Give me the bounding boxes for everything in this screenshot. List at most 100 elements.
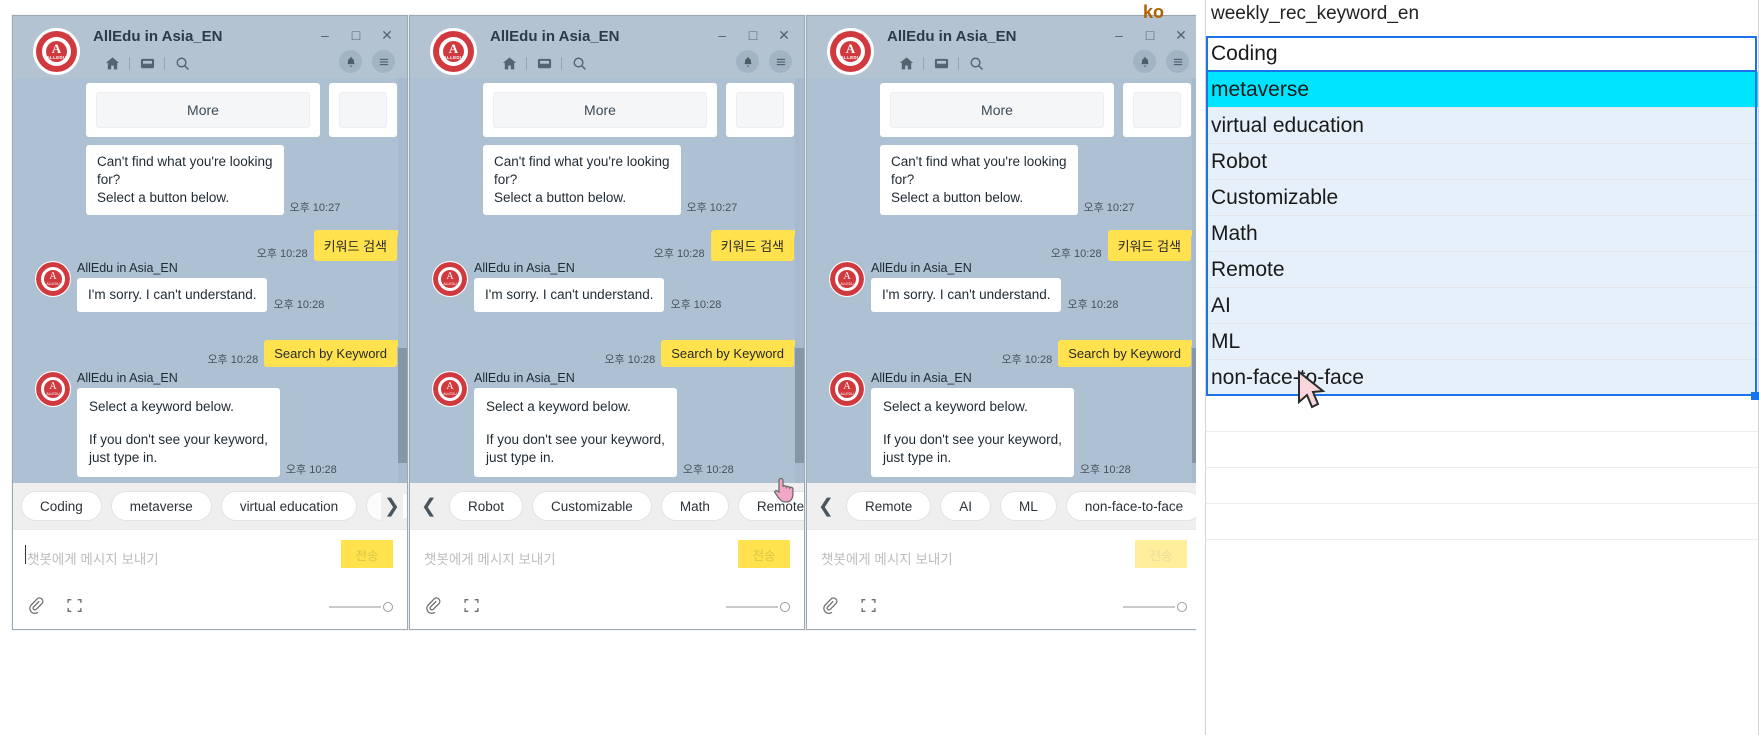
message-input[interactable]: 챗봇에게 메시지 보내기 — [821, 548, 953, 568]
font-size-slider[interactable] — [329, 602, 393, 612]
paperclip-icon[interactable] — [821, 597, 838, 619]
home-icon[interactable] — [492, 52, 526, 74]
bell-icon[interactable] — [339, 50, 362, 73]
scrollbar-thumb[interactable] — [398, 348, 407, 463]
send-button[interactable]: 전송 — [341, 540, 393, 568]
sheet-row[interactable]: Math — [1206, 216, 1758, 252]
header-actions — [736, 50, 792, 73]
selection-fill-handle[interactable] — [1751, 392, 1759, 400]
maximize-button[interactable]: □ — [346, 25, 366, 45]
bell-icon[interactable] — [736, 50, 759, 73]
minimize-button[interactable]: – — [712, 25, 732, 45]
message-input[interactable]: 챗봇에게 메시지 보내기 — [424, 548, 556, 568]
keyword-chip[interactable]: Robot — [449, 491, 524, 521]
sheet-row[interactable]: non-face-to-face — [1206, 360, 1758, 396]
maximize-button[interactable]: □ — [1140, 25, 1160, 45]
close-button[interactable]: ✕ — [774, 25, 794, 45]
slider-knob[interactable] — [780, 602, 790, 612]
card-partial-button[interactable] — [736, 92, 784, 128]
card-partial-button[interactable] — [1133, 92, 1181, 128]
minimize-button[interactable]: – — [1109, 25, 1129, 45]
sheet-row[interactable]: virtual education — [1206, 108, 1758, 144]
sheet-tab-partial[interactable]: ko — [1143, 2, 1164, 23]
expand-icon[interactable] — [463, 597, 480, 619]
sheet-empty-row[interactable] — [1206, 396, 1758, 432]
sheet-empty-row[interactable] — [1206, 504, 1758, 540]
card-partial — [726, 83, 794, 137]
timestamp: 오후 10:28 — [1050, 248, 1102, 260]
more-button[interactable]: More — [493, 92, 707, 128]
expand-icon[interactable] — [860, 597, 877, 619]
more-button[interactable]: More — [890, 92, 1104, 128]
card-partial-button[interactable] — [339, 92, 387, 128]
menu-icon[interactable] — [769, 50, 792, 73]
column-header[interactable]: weekly_rec_keyword_en — [1206, 0, 1758, 28]
keyword-chip[interactable]: AI — [940, 491, 992, 521]
paperclip-icon[interactable] — [424, 597, 441, 619]
message-input-area-2: 챗봇에게 메시지 보내기 전송 — [410, 529, 804, 629]
keyword-chip[interactable]: Remote — [846, 491, 932, 521]
search-icon[interactable] — [959, 52, 993, 74]
sheet-row[interactable]: metaverse — [1206, 72, 1758, 108]
menu-icon[interactable] — [372, 50, 395, 73]
search-icon[interactable] — [562, 52, 596, 74]
keyword-chip[interactable]: Coding — [21, 491, 102, 521]
avatar-letter: A — [843, 381, 851, 393]
keyword-chip[interactable]: ML — [1000, 491, 1057, 521]
scrollbar-thumb[interactable] — [795, 348, 804, 463]
keyword-chip[interactable]: Math — [660, 491, 729, 521]
home-icon[interactable] — [95, 52, 129, 74]
avatar: ALL EDUCATION IN ASIA A ALLEDU — [829, 261, 865, 297]
chat-scrollbar[interactable] — [795, 78, 804, 483]
sheet-empty-row[interactable] — [1206, 432, 1758, 468]
sender-name: AllEdu in Asia_EN — [474, 261, 575, 275]
bubble-line: for? — [97, 171, 121, 187]
more-button[interactable]: More — [96, 92, 310, 128]
chips-next-arrow[interactable]: ❯ — [381, 491, 403, 521]
user-bubble: 키워드 검색 — [710, 230, 801, 261]
sheet-row[interactable]: Remote — [1206, 252, 1758, 288]
window-controls: – □ ✕ — [315, 25, 397, 45]
expand-icon[interactable] — [66, 597, 83, 619]
timestamp: 오후 10:27 — [289, 201, 341, 214]
close-button[interactable]: ✕ — [377, 25, 397, 45]
sheet-row[interactable]: AI — [1206, 288, 1758, 324]
avatar-letter: A — [49, 381, 57, 393]
close-button[interactable]: ✕ — [1171, 25, 1191, 45]
channel-icon[interactable] — [924, 52, 958, 74]
font-size-slider[interactable] — [1123, 602, 1187, 612]
slider-track — [726, 606, 778, 608]
bubble-line: Select a button below. — [891, 189, 1024, 205]
send-button[interactable]: 전송 — [1135, 540, 1187, 568]
message-user-2: 오후 10:28 Search by Keyword — [604, 340, 800, 367]
keyword-chip[interactable]: metaverse — [110, 491, 212, 521]
chips-prev-arrow[interactable]: ❮ — [418, 491, 440, 521]
chips-prev-arrow[interactable]: ❮ — [815, 491, 837, 521]
avatar-bottom-text: IN ASIA — [841, 400, 853, 405]
search-icon[interactable] — [165, 52, 199, 74]
bell-icon[interactable] — [1133, 50, 1156, 73]
sheet-row[interactable]: Coding — [1206, 36, 1758, 72]
message-input[interactable]: 챗봇에게 메시지 보내기 — [27, 548, 159, 568]
sheet-row[interactable]: Customizable — [1206, 180, 1758, 216]
sheet-row[interactable]: ML — [1206, 324, 1758, 360]
slider-knob[interactable] — [1177, 602, 1187, 612]
channel-icon[interactable] — [130, 52, 164, 74]
home-icon[interactable] — [889, 52, 923, 74]
minimize-button[interactable]: – — [315, 25, 335, 45]
keyword-chip[interactable]: Customizable — [532, 491, 652, 521]
sender-name: AllEdu in Asia_EN — [77, 371, 178, 385]
send-button[interactable]: 전송 — [738, 540, 790, 568]
channel-icon[interactable] — [527, 52, 561, 74]
chat-scrollbar[interactable] — [398, 78, 407, 483]
menu-icon[interactable] — [1166, 50, 1189, 73]
font-size-slider[interactable] — [726, 602, 790, 612]
keyword-chip[interactable]: virtual education — [220, 491, 358, 521]
keyword-chip[interactable]: non-face-to-face — [1065, 491, 1201, 521]
maximize-button[interactable]: □ — [743, 25, 763, 45]
slider-knob[interactable] — [383, 602, 393, 612]
paperclip-icon[interactable] — [27, 597, 44, 619]
sheet-empty-row[interactable] — [1206, 468, 1758, 504]
sheet-row[interactable]: Robot — [1206, 144, 1758, 180]
bot-bubble: I'm sorry. I can't understand. — [77, 278, 268, 312]
